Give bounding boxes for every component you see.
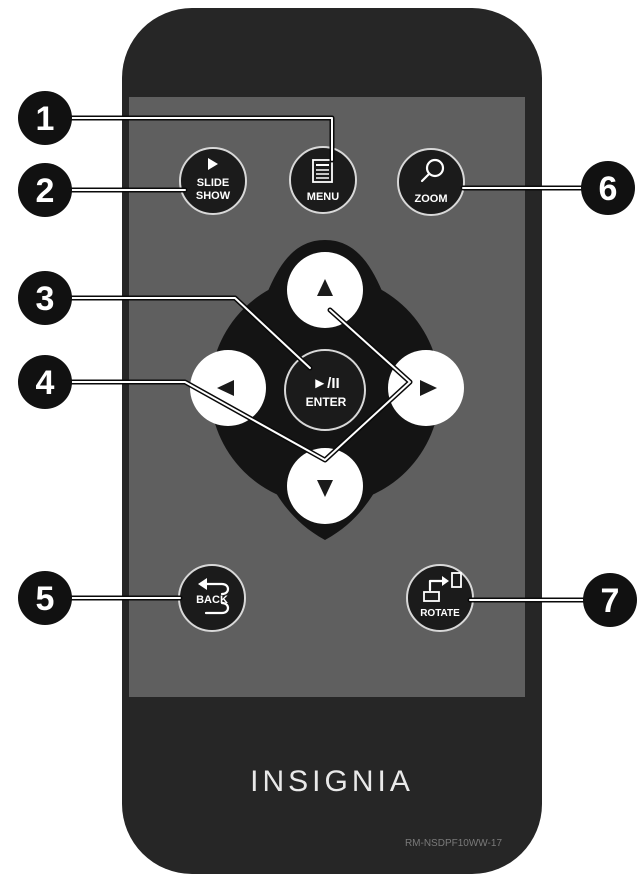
callout-5-number: 5 (36, 580, 55, 618)
zoom-button-face[interactable] (397, 148, 465, 216)
callout-1-number: 1 (36, 100, 55, 138)
rotate-button-face[interactable] (406, 564, 474, 632)
rotate-label: ROTATE (420, 608, 460, 619)
play-pause-symbol: ►/II (312, 375, 339, 392)
callout-3-number: 3 (36, 280, 55, 318)
rotate-button[interactable]: ROTATE (406, 564, 474, 632)
slide-show-button[interactable]: SLIDE SHOW (179, 147, 247, 215)
remote-control-diagram: ►/II ENTER SLIDE SHOW MENU ZOOM BACK ROT… (18, 8, 637, 874)
callout-7-number: 7 (601, 582, 620, 620)
slide-show-label-line1: SLIDE (197, 177, 229, 189)
brand-logo-text: INSIGNIA (250, 765, 414, 798)
menu-label: MENU (307, 191, 339, 203)
enter-label: ENTER (306, 395, 347, 409)
callout-2-number: 2 (36, 172, 55, 210)
back-button[interactable]: BACK (178, 564, 246, 632)
back-label: BACK (196, 594, 228, 606)
zoom-button[interactable]: ZOOM (397, 148, 465, 216)
slide-show-label-line2: SHOW (196, 190, 231, 202)
menu-button[interactable]: MENU (289, 146, 357, 214)
callout-4-number: 4 (36, 364, 55, 402)
model-number: RM-NSDPF10WW-17 (405, 838, 502, 849)
zoom-label: ZOOM (415, 193, 448, 205)
callout-6-number: 6 (599, 170, 618, 208)
menu-button-face[interactable] (289, 146, 357, 214)
